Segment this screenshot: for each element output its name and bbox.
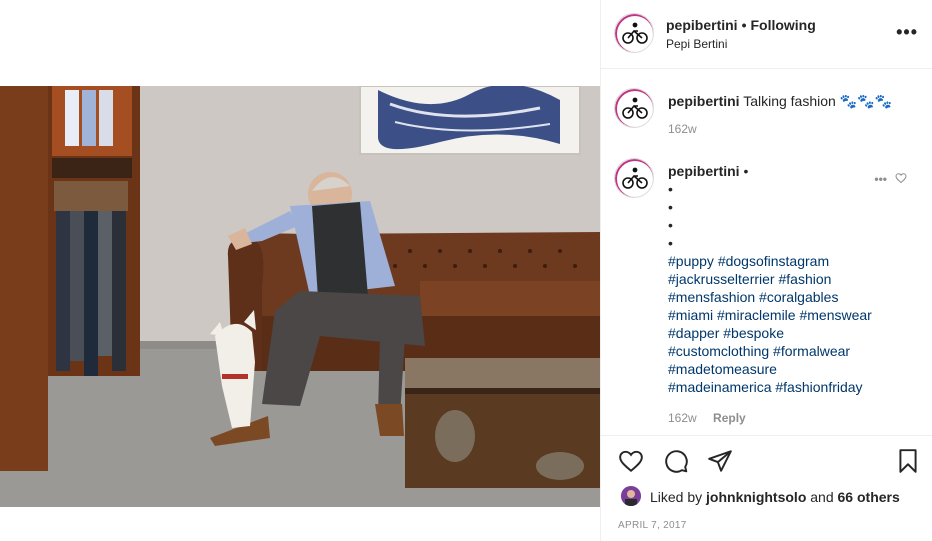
post-photo[interactable] xyxy=(0,86,600,507)
caption-body: pepibertini Talking fashion 🐾🐾🐾 162w xyxy=(668,92,908,138)
post-media-pane xyxy=(0,0,600,541)
comment-icon[interactable] xyxy=(663,448,689,474)
comment-bullet: • xyxy=(668,199,673,215)
hashtag-line[interactable]: #mensfashion #coralgables xyxy=(668,288,908,306)
bookmark-icon[interactable] xyxy=(895,448,921,474)
comment-bullet: • xyxy=(668,181,673,197)
share-icon[interactable] xyxy=(707,448,733,474)
comment-username[interactable]: pepibertini xyxy=(668,163,740,179)
author-line: pepibertini • Following xyxy=(666,17,816,33)
hashtag-line[interactable]: #puppy #dogsofinstagram xyxy=(668,252,908,270)
comment-dot: • xyxy=(743,163,749,179)
liker-avatar-image xyxy=(621,486,641,506)
heart-icon[interactable] xyxy=(618,448,644,474)
hashtag-line[interactable]: #dapper #bespoke xyxy=(668,324,908,342)
hashtag-line[interactable]: #madeinamerica #fashionfriday xyxy=(668,378,908,396)
bicycle-logo-icon xyxy=(615,89,653,127)
post-actions: Liked by johnknightsolo and 66 others AP… xyxy=(601,435,932,541)
more-options-icon[interactable]: ••• xyxy=(896,22,918,43)
author-display-name: Pepi Bertini xyxy=(666,37,728,51)
author-username[interactable]: pepibertini xyxy=(666,17,738,33)
comment-body: pepibertini • • • • • #puppy #dogsofinst… xyxy=(668,162,908,427)
post-date[interactable]: APRIL 7, 2017 xyxy=(618,520,687,531)
caption-time[interactable]: 162w xyxy=(668,120,908,138)
caption-username[interactable]: pepibertini xyxy=(668,93,740,109)
liker-avatar[interactable] xyxy=(621,486,641,506)
likes-count[interactable]: 66 others xyxy=(838,489,900,505)
following-button[interactable]: Following xyxy=(750,17,815,33)
comment-bullet: • xyxy=(668,235,673,251)
hashtag-line[interactable]: #jackrusselterrier #fashion xyxy=(668,270,908,288)
liker-username[interactable]: johnknightsolo xyxy=(706,489,806,505)
and-label: and xyxy=(810,489,834,505)
reply-button[interactable]: Reply xyxy=(713,411,746,425)
author-avatar[interactable] xyxy=(614,13,654,53)
hashtag-line[interactable]: #customclothing #formalwear xyxy=(668,342,908,360)
post-header: pepibertini • Following Pepi Bertini ••• xyxy=(601,0,932,69)
liked-by-label: Liked by xyxy=(650,489,703,505)
separator-dot: • xyxy=(741,17,747,33)
hashtag-line[interactable]: #madetomeasure xyxy=(668,360,908,378)
comment-meta: 162w Reply xyxy=(668,409,908,427)
post-photo-image xyxy=(0,86,600,507)
bicycle-logo-icon xyxy=(615,14,653,52)
hashtag-line[interactable]: #miami #miraclemile #menswear xyxy=(668,306,908,324)
comment-bullet: • xyxy=(668,217,673,233)
comment-avatar[interactable] xyxy=(614,158,654,198)
post-side-pane: pepibertini • Following Pepi Bertini ••• p… xyxy=(600,0,932,541)
caption-avatar[interactable] xyxy=(614,88,654,128)
caption-text: Talking fashion 🐾🐾🐾 xyxy=(743,93,893,109)
comment-time[interactable]: 162w xyxy=(668,411,697,425)
bicycle-logo-icon xyxy=(615,159,653,197)
